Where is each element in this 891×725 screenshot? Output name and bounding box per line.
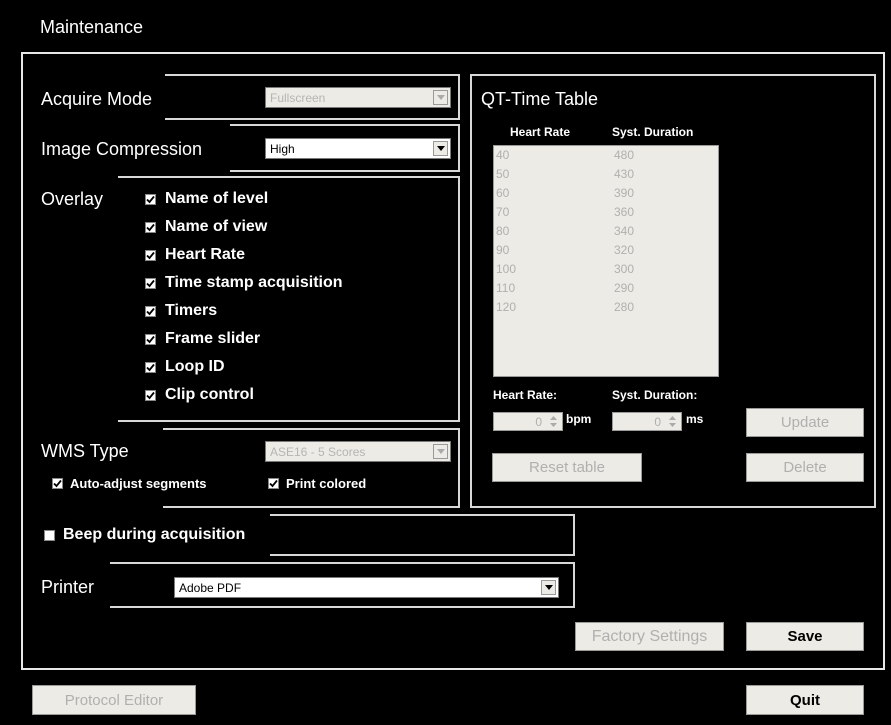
- compression-select[interactable]: High: [265, 138, 451, 159]
- chevron-down-icon[interactable]: [433, 90, 448, 105]
- qt-table-title: QT-Time Table: [481, 89, 599, 109]
- overlay-label: Overlay: [41, 189, 104, 209]
- protocol-editor-button[interactable]: Protocol Editor: [32, 685, 196, 715]
- qt-row-hr: 120: [496, 300, 517, 314]
- overlay-item-label: Heart Rate: [165, 246, 246, 263]
- qt-table-list[interactable]: 40 480 50 430 60 390 70 360 80 340 90 32…: [493, 145, 719, 377]
- overlay-item-time-stamp[interactable]: Time stamp acquisition: [145, 274, 343, 292]
- checkbox[interactable]: [145, 249, 156, 261]
- spinner-arrows-icon[interactable]: [546, 414, 561, 429]
- qt-row-syst: 430: [614, 167, 635, 181]
- qt-row-hr: 70: [496, 205, 510, 219]
- checkbox[interactable]: [268, 478, 279, 489]
- overlay-item-label: Name of level: [165, 190, 269, 207]
- syst-duration-spinner[interactable]: 0: [612, 412, 682, 431]
- checkbox[interactable]: [44, 529, 55, 541]
- checkbox[interactable]: [145, 221, 156, 233]
- beep-panel: [270, 514, 575, 556]
- acquire-mode-value: Fullscreen: [270, 90, 326, 105]
- checkbox[interactable]: [145, 389, 156, 401]
- update-button[interactable]: Update: [746, 408, 864, 437]
- auto-adjust-checkbox[interactable]: Auto-adjust segments: [52, 476, 207, 491]
- overlay-item-timers[interactable]: Timers: [145, 302, 217, 320]
- overlay-item-name-of-level[interactable]: Name of level: [145, 190, 268, 208]
- qt-row-syst: 480: [614, 148, 635, 162]
- quit-button[interactable]: Quit: [746, 685, 864, 715]
- qt-row-hr: 60: [496, 186, 510, 200]
- compression-label: Image Compression: [41, 139, 203, 159]
- beep-label: Beep during acquisition: [63, 526, 246, 543]
- factory-settings-button[interactable]: Factory Settings: [575, 622, 724, 651]
- qt-row-hr: 50: [496, 167, 510, 181]
- wms-label: WMS Type: [41, 441, 129, 461]
- overlay-item-loop-id[interactable]: Loop ID: [145, 358, 225, 376]
- overlay-item-name-of-view[interactable]: Name of view: [145, 218, 267, 236]
- reset-table-button[interactable]: Reset table: [492, 453, 642, 482]
- qt-row-syst: 340: [614, 224, 635, 238]
- chevron-down-icon[interactable]: [433, 444, 448, 459]
- syst-duration-unit: ms: [686, 412, 704, 426]
- checkbox[interactable]: [145, 193, 156, 205]
- checkbox[interactable]: [145, 333, 156, 345]
- qt-row-hr: 90: [496, 243, 510, 257]
- checkbox[interactable]: [145, 361, 156, 373]
- overlay-item-label: Loop ID: [165, 358, 225, 375]
- qt-row-hr: 40: [496, 148, 510, 162]
- qt-row-syst: 320: [614, 243, 635, 257]
- qt-syst-duration-label: Syst. Duration:: [612, 388, 698, 402]
- heart-rate-value: 0: [535, 415, 542, 429]
- overlay-item-label: Frame slider: [165, 330, 261, 347]
- qt-col-heart-rate: Heart Rate: [510, 125, 571, 139]
- overlay-item-label: Timers: [165, 302, 218, 319]
- beep-checkbox[interactable]: Beep during acquisition: [44, 526, 245, 544]
- wms-panel: [163, 428, 460, 508]
- overlay-item-clip-control[interactable]: Clip control: [145, 386, 254, 404]
- print-colored-checkbox[interactable]: Print colored: [268, 476, 366, 491]
- overlay-item-heart-rate[interactable]: Heart Rate: [145, 246, 245, 264]
- auto-adjust-label: Auto-adjust segments: [70, 476, 207, 491]
- print-colored-label: Print colored: [286, 476, 367, 491]
- qt-row-syst: 280: [614, 300, 635, 314]
- spinner-arrows-icon[interactable]: [665, 414, 680, 429]
- wms-value: ASE16 - 5 Scores: [270, 444, 366, 459]
- qt-row-hr: 100: [496, 262, 517, 276]
- qt-row-syst: 290: [614, 281, 635, 295]
- heart-rate-unit: bpm: [566, 412, 592, 426]
- save-button[interactable]: Save: [746, 622, 864, 651]
- qt-row-hr: 80: [496, 224, 510, 238]
- printer-label: Printer: [41, 577, 95, 597]
- chevron-down-icon[interactable]: [433, 141, 448, 156]
- qt-col-syst-duration: Syst. Duration: [612, 125, 694, 139]
- overlay-item-label: Time stamp acquisition: [165, 274, 343, 291]
- qt-row-syst: 390: [614, 186, 635, 200]
- checkbox[interactable]: [52, 478, 63, 489]
- qt-row-hr: 110: [496, 281, 516, 295]
- acquire-mode-select[interactable]: Fullscreen: [265, 87, 451, 108]
- chevron-down-icon[interactable]: [541, 580, 556, 595]
- printer-select[interactable]: Adobe PDF: [174, 577, 559, 598]
- acquire-mode-label: Acquire Mode: [41, 89, 153, 109]
- checkbox[interactable]: [145, 277, 156, 289]
- delete-button[interactable]: Delete: [746, 453, 864, 482]
- window-title: Maintenance: [40, 17, 144, 37]
- printer-value: Adobe PDF: [179, 580, 242, 595]
- qt-heart-rate-label: Heart Rate:: [493, 388, 558, 402]
- overlay-item-label: Name of view: [165, 218, 268, 235]
- syst-duration-value: 0: [654, 415, 661, 429]
- overlay-item-frame-slider[interactable]: Frame slider: [145, 330, 260, 348]
- qt-row-syst: 360: [614, 205, 635, 219]
- wms-select[interactable]: ASE16 - 5 Scores: [265, 441, 451, 462]
- checkbox[interactable]: [145, 305, 156, 317]
- qt-row-syst: 300: [614, 262, 635, 276]
- heart-rate-spinner[interactable]: 0: [493, 412, 563, 431]
- compression-value: High: [270, 141, 295, 156]
- overlay-item-label: Clip control: [165, 386, 254, 403]
